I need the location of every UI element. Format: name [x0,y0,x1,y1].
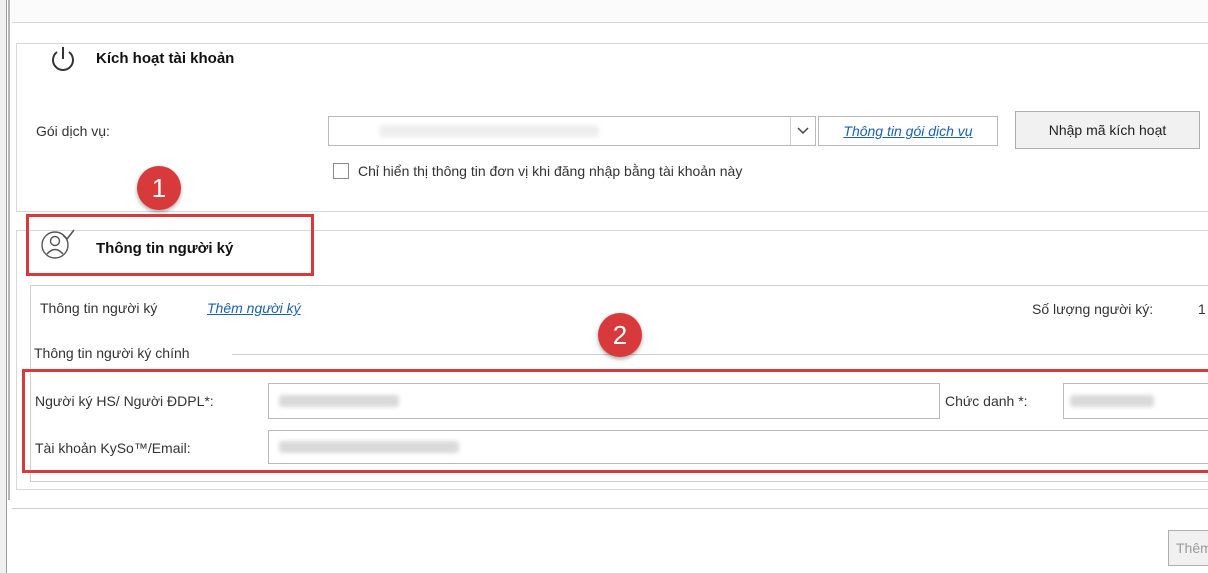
enter-activation-code-button[interactable]: Nhập mã kích hoạt [1015,111,1200,149]
window-frame-left [0,0,7,573]
service-info-link[interactable]: Thông tin gói dịch vụ [843,123,972,139]
power-icon [52,47,74,71]
top-panel-strip [12,0,1208,23]
show-unit-info-label: Chỉ hiển thị thông tin đơn vị khi đăng n… [358,163,743,179]
add-button-partial[interactable]: Thêm [1168,530,1208,566]
account-email-value [279,441,459,453]
position-label: Chức danh *: [945,393,1028,409]
window-frame-divider [8,0,10,500]
footer-divider [12,508,1208,509]
service-package-select[interactable] [328,116,816,146]
annotation-badge-1: 1 [137,166,181,210]
primary-signer-group-label: Thông tin người ký chính [34,345,194,361]
signer-name-label: Người ký HS/ Người ĐDPL*: [35,393,214,409]
add-signer-link[interactable]: Thêm người ký [207,300,301,316]
activation-title: Kích hoạt tài khoản [96,50,235,67]
service-info-box: Thông tin gói dịch vụ [818,116,998,146]
position-value [1070,395,1154,407]
signer-info-label: Thông tin người ký [40,300,158,316]
group-divider [232,354,1208,355]
signer-name-input[interactable] [268,383,940,419]
account-email-input[interactable] [268,430,1208,464]
show-unit-info-checkbox[interactable] [333,163,349,179]
signer-section-title: Thông tin người ký [96,240,234,257]
signer-count-value: 1 [1198,301,1206,317]
signer-name-value [279,395,399,407]
chevron-down-icon[interactable] [790,117,815,145]
service-package-label: Gói dịch vụ: [36,123,110,139]
account-email-label: Tài khoản KySo™/Email: [35,440,191,456]
annotation-badge-2: 2 [598,313,642,357]
user-check-icon [41,229,75,259]
signer-count-label: Số lượng người ký: [1032,301,1154,317]
service-package-value [379,125,599,137]
position-input[interactable] [1063,383,1208,419]
